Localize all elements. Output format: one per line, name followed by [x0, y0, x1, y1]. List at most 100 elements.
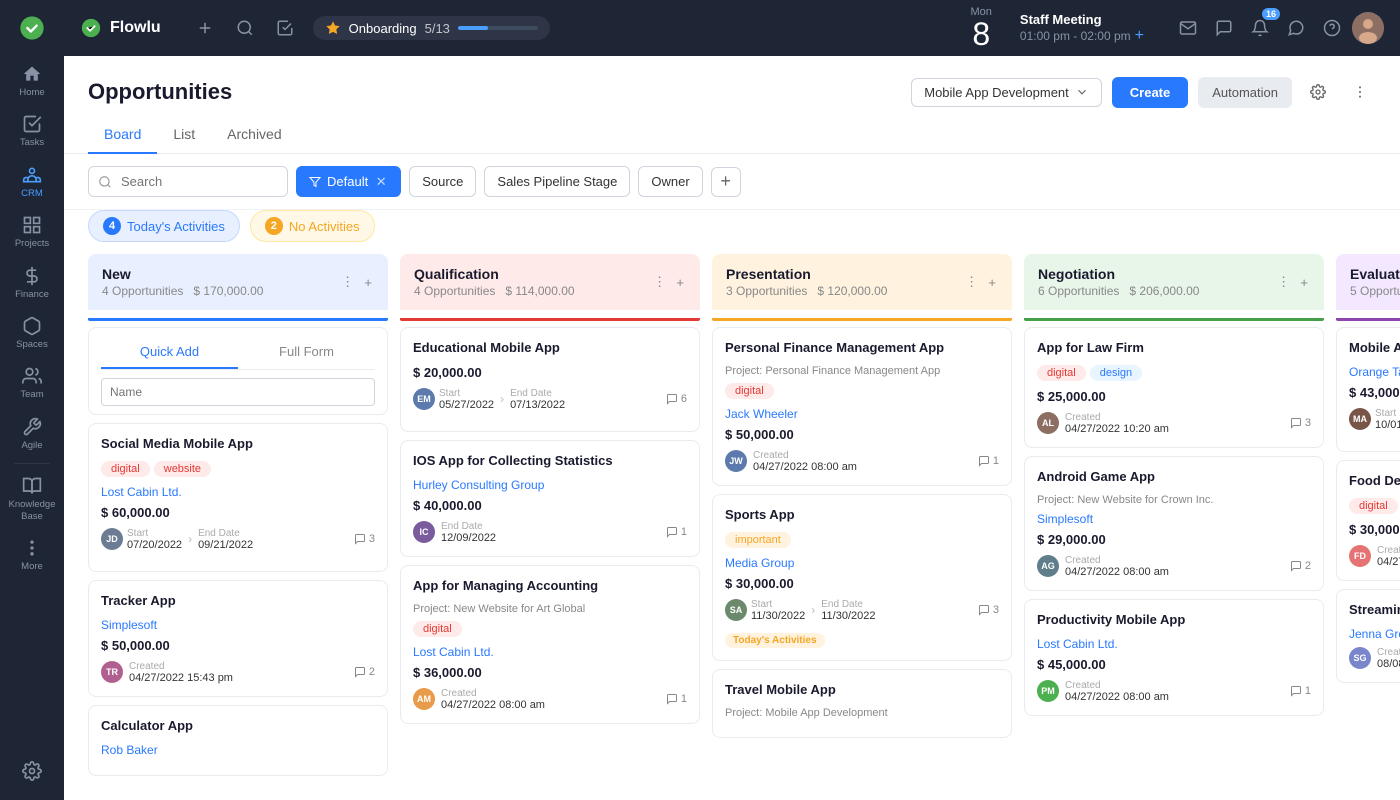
card-meta: AM Created 04/27/2022 08:00 am 1	[413, 688, 687, 711]
card-company[interactable]: Simplesoft	[1037, 512, 1311, 526]
tab-quick-add[interactable]: Quick Add	[101, 336, 238, 369]
sidebar-item-spaces[interactable]: Spaces	[0, 308, 64, 358]
tab-full-form[interactable]: Full Form	[238, 336, 375, 369]
sidebar-item-crm[interactable]: CRM	[0, 157, 64, 207]
card-company[interactable]: Jenna Grove	[1349, 627, 1400, 641]
card-accounting-app[interactable]: App for Managing Accounting Project: New…	[400, 565, 700, 724]
card-productivity-app[interactable]: Productivity Mobile App Lost Cabin Ltd. …	[1024, 599, 1324, 716]
card-travel-app[interactable]: Travel Mobile App Project: Mobile App De…	[712, 669, 1012, 738]
sidebar-item-settings[interactable]	[0, 753, 64, 792]
card-ios-app[interactable]: IOS App for Collecting Statistics Hurley…	[400, 440, 700, 557]
card-company[interactable]: Lost Cabin Ltd.	[413, 645, 687, 659]
col-add-button-pres[interactable]: +	[986, 273, 998, 292]
col-menu-button-qual[interactable]: ⋮	[651, 272, 668, 292]
col-add-button-neg[interactable]: +	[1298, 273, 1310, 292]
col-menu-button-new[interactable]: ⋮	[339, 272, 356, 292]
pipeline-selector[interactable]: Mobile App Development	[911, 78, 1102, 107]
column-new: New 4 Opportunities $ 170,000.00 ⋮ + Qui…	[88, 254, 388, 784]
card-contact[interactable]: Jack Wheeler	[725, 407, 999, 421]
card-company[interactable]: Lost Cabin Ltd.	[101, 485, 375, 499]
notification-wrapper[interactable]: 16	[1244, 12, 1276, 44]
comment-count: 3	[1290, 417, 1311, 429]
card-tracker-app[interactable]: Tracker App Simplesoft $ 50,000.00 TR Cr…	[88, 580, 388, 697]
card-company[interactable]: Orange Tales	[1349, 365, 1400, 379]
card-educational-app[interactable]: Educational Mobile App $ 20,000.00 EM St…	[400, 327, 700, 432]
mail-button[interactable]	[1172, 12, 1204, 44]
onboarding-pill[interactable]: Onboarding 5/13	[313, 16, 550, 40]
settings-button[interactable]	[1302, 76, 1334, 108]
card-social-media-app[interactable]: Social Media Mobile App digital website …	[88, 423, 388, 572]
card-title: IOS App for Collecting Statistics	[413, 453, 687, 470]
card-company[interactable]: Simplesoft	[101, 618, 375, 632]
card-food-delivery[interactable]: Food Delivery digital $ 30,000.00 FD Cre…	[1336, 460, 1400, 581]
date-num: 8	[972, 18, 990, 50]
col-meta-qual: 4 Opportunities $ 114,000.00	[414, 284, 575, 298]
card-streaming[interactable]: Streaming a... Jenna Grove SG Created 08…	[1336, 589, 1400, 683]
comment-count: 2	[354, 666, 375, 678]
user-avatar[interactable]	[1352, 12, 1384, 44]
card-android-game[interactable]: Android Game App Project: New Website fo…	[1024, 456, 1324, 591]
global-search-button[interactable]	[229, 12, 261, 44]
automation-button[interactable]: Automation	[1198, 77, 1292, 108]
tab-list[interactable]: List	[157, 116, 211, 154]
sidebar-item-tasks[interactable]: Tasks	[0, 106, 64, 156]
no-activities-count: 2	[265, 217, 283, 235]
card-law-firm[interactable]: App for Law Firm digital design $ 25,000…	[1024, 327, 1324, 448]
chat-button[interactable]	[1208, 12, 1240, 44]
sidebar-item-agile[interactable]: Agile	[0, 409, 64, 459]
card-tags: important	[725, 532, 999, 548]
owner-filter-btn[interactable]: Owner	[638, 166, 702, 197]
card-avatar: AL	[1037, 412, 1059, 434]
col-add-button-new[interactable]: +	[362, 273, 374, 292]
card-amount: $ 20,000.00	[413, 365, 687, 380]
card-company[interactable]: Rob Baker	[101, 743, 375, 757]
add-button[interactable]	[189, 12, 221, 44]
card-company[interactable]: Lost Cabin Ltd.	[1037, 637, 1311, 651]
meeting-info[interactable]: Staff Meeting 01:00 pm - 02:00 pm +	[1020, 12, 1144, 45]
help-button[interactable]	[1316, 12, 1348, 44]
card-company[interactable]: Media Group	[725, 556, 999, 570]
sidebar-item-home[interactable]: Home	[0, 56, 64, 106]
card-amount: $ 43,000.00	[1349, 385, 1400, 400]
card-tags: digital design	[1037, 365, 1311, 381]
add-filter-button[interactable]: +	[711, 167, 741, 197]
kanban-board: New 4 Opportunities $ 170,000.00 ⋮ + Qui…	[64, 254, 1400, 800]
card-title: Calculator App	[101, 718, 375, 735]
search-input[interactable]	[88, 166, 288, 197]
tag-website: website	[154, 461, 211, 477]
col-menu-button-neg[interactable]: ⋮	[1275, 272, 1292, 292]
sidebar-item-my-team[interactable]: Team	[0, 358, 64, 408]
default-filter-btn[interactable]: Default ✕	[296, 166, 401, 197]
card-company[interactable]: Hurley Consulting Group	[413, 478, 687, 492]
col-menu-button-pres[interactable]: ⋮	[963, 272, 980, 292]
card-calculator-app[interactable]: Calculator App Rob Baker	[88, 705, 388, 776]
add-meeting-button[interactable]: +	[1135, 27, 1144, 45]
card-meta: IC End Date 12/09/2022 1	[413, 521, 687, 544]
onboarding-label: Onboarding	[349, 21, 417, 36]
no-activities-pill[interactable]: 2 No Activities	[250, 210, 375, 242]
more-options-button[interactable]	[1344, 76, 1376, 108]
tab-archived[interactable]: Archived	[211, 116, 297, 154]
source-filter-btn[interactable]: Source	[409, 166, 476, 197]
card-sports-app[interactable]: Sports App important Media Group $ 30,00…	[712, 494, 1012, 661]
sidebar-item-more[interactable]: More	[0, 530, 64, 580]
card-personal-finance[interactable]: Personal Finance Management App Project:…	[712, 327, 1012, 486]
task-button[interactable]	[269, 12, 301, 44]
sidebar-item-projects[interactable]: Projects	[0, 207, 64, 257]
column-header-pres: Presentation 3 Opportunities $ 120,000.0…	[712, 254, 1012, 310]
col-actions-neg: ⋮ +	[1275, 272, 1310, 292]
card-mobile-app-eval[interactable]: Mobile App Orange Tales $ 43,000.00 MA S…	[1336, 327, 1400, 452]
page-header: Opportunities Mobile App Development Cre…	[64, 56, 1400, 108]
chat2-button[interactable]	[1280, 12, 1312, 44]
pipeline-stage-filter-btn[interactable]: Sales Pipeline Stage	[484, 166, 630, 197]
remove-filter-btn[interactable]: ✕	[374, 175, 388, 189]
create-button[interactable]: Create	[1112, 77, 1188, 108]
sidebar-item-knowledge[interactable]: Knowledge Base	[0, 468, 64, 530]
today-activities-pill[interactable]: 4 Today's Activities	[88, 210, 240, 242]
quick-add-name-input[interactable]	[101, 378, 375, 406]
tab-board[interactable]: Board	[88, 116, 157, 154]
col-add-button-qual[interactable]: +	[674, 273, 686, 292]
app-logo[interactable]	[12, 8, 52, 48]
today-activities-badge: Today's Activities	[725, 633, 825, 648]
sidebar-item-finance[interactable]: Finance	[0, 258, 64, 308]
